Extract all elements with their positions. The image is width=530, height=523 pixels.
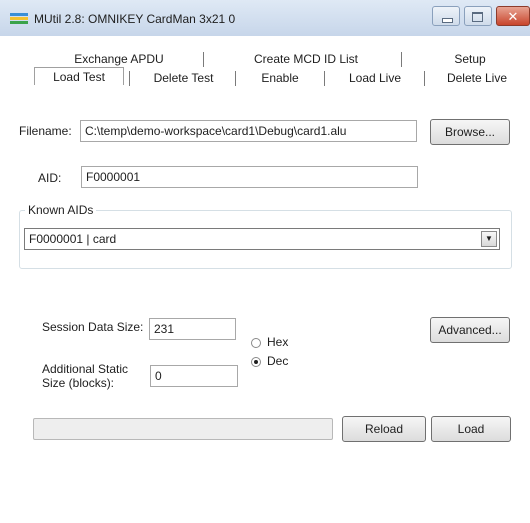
tab-divider [235, 71, 236, 86]
mutil-app-icon [10, 13, 28, 25]
close-button[interactable]: ✕ [496, 6, 530, 26]
hex-radio[interactable] [251, 338, 261, 348]
known-aids-label: Known AIDs [25, 203, 97, 217]
window-title: MUtil 2.8: OMNIKEY CardMan 3x21 0 [34, 12, 236, 26]
reload-button[interactable]: Reload [342, 416, 426, 442]
chevron-down-icon[interactable]: ▼ [481, 231, 497, 247]
title-bar[interactable]: MUtil 2.8: OMNIKEY CardMan 3x21 0 ✕ [0, 0, 530, 36]
tab-divider [401, 52, 402, 67]
tab-load-test[interactable]: Load Test [34, 67, 124, 85]
dec-radio[interactable] [251, 357, 261, 367]
known-aids-selected: F0000001 | card [29, 232, 117, 246]
tab-setup[interactable]: Setup [430, 50, 510, 68]
tab-divider [424, 71, 425, 86]
session-data-size-input[interactable]: 231 [149, 318, 236, 340]
filename-input[interactable]: C:\temp\demo-workspace\card1\Debug\card1… [80, 120, 417, 142]
aid-label: AID: [38, 171, 62, 185]
tab-divider [324, 71, 325, 86]
session-data-size-label: Session Data Size: [42, 320, 144, 334]
maximize-button[interactable] [464, 6, 492, 26]
tab-enable[interactable]: Enable [240, 69, 320, 87]
dec-label: Dec [267, 354, 289, 368]
filename-label: Filename: [19, 124, 72, 138]
tab-exchange-apdu[interactable]: Exchange APDU [54, 50, 184, 68]
tab-divider [203, 52, 204, 67]
load-button[interactable]: Load [431, 416, 511, 442]
size-blocks-label: Size (blocks): [42, 376, 115, 390]
browse-button[interactable]: Browse... [430, 119, 510, 145]
aid-input[interactable]: F0000001 [81, 166, 418, 188]
progress-bar [33, 418, 333, 440]
advanced-button[interactable]: Advanced... [430, 317, 510, 343]
tab-create-mcd-id-list[interactable]: Create MCD ID List [236, 50, 376, 68]
additional-static-label: Additional Static [42, 362, 129, 376]
tab-load-live[interactable]: Load Live [330, 69, 420, 87]
hex-label: Hex [267, 335, 289, 349]
tab-delete-test[interactable]: Delete Test [136, 69, 231, 87]
maximize-icon [472, 12, 483, 22]
tab-delete-live[interactable]: Delete Live [432, 69, 522, 87]
known-aids-dropdown[interactable]: F0000001 | card ▼ [24, 228, 500, 250]
main-panel: Exchange APDU Create MCD ID List Setup L… [0, 36, 530, 523]
minimize-button[interactable] [432, 6, 460, 26]
radio-selected-dot [254, 360, 258, 364]
close-icon: ✕ [507, 9, 519, 24]
tab-divider [129, 71, 130, 86]
minimize-icon [442, 18, 453, 23]
additional-static-input[interactable]: 0 [150, 365, 238, 387]
